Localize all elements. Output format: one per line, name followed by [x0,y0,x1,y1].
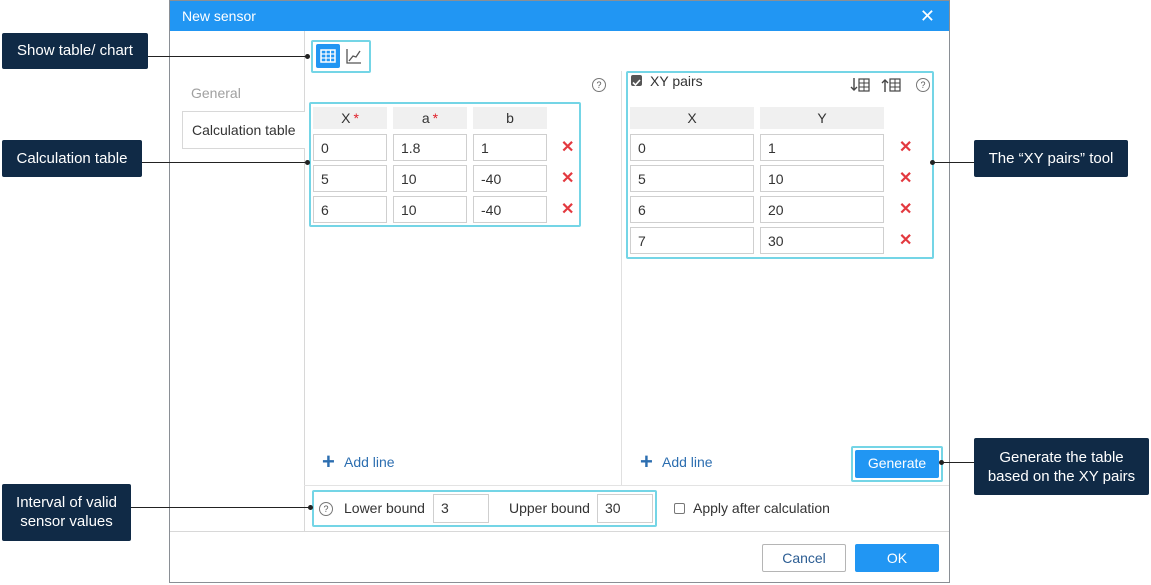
callout-generate-line1: Generate the table [999,449,1124,466]
plus-icon: + [322,449,335,474]
check-icon [632,79,641,87]
callout-dot [930,160,935,165]
dialog-titlebar: New sensor ✕ [170,1,949,31]
callout-connector [142,162,308,163]
delete-row-icon[interactable]: ✕ [899,171,912,187]
delete-row-icon[interactable]: ✕ [899,233,912,249]
generate-button[interactable]: Generate [855,450,939,478]
delete-row-icon[interactable]: ✕ [561,202,574,218]
cancel-button[interactable]: Cancel [762,544,846,572]
calc-cell-x[interactable]: 0 [313,134,387,161]
xy-header-y: Y [760,107,884,129]
close-icon[interactable]: ✕ [920,6,935,26]
import-icon[interactable] [850,76,870,94]
xy-pairs-label: XY pairs [650,73,703,89]
delete-row-icon[interactable]: ✕ [899,140,912,156]
lower-bound-input[interactable]: 3 [433,494,489,523]
xy-cell-x[interactable]: 5 [630,165,754,192]
calc-header-b: b [473,107,547,129]
callout-connector [943,462,974,463]
calc-header-x: X * [313,107,387,129]
apply-after-calculation-label: Apply after calculation [693,500,830,516]
delete-row-icon[interactable]: ✕ [561,140,574,156]
callout-interval-line2: sensor values [20,513,113,530]
calc-cell-a[interactable]: 10 [393,196,467,223]
calc-header-a: a * [393,107,467,129]
callout-xy-pairs-tool: The “XY pairs” tool [974,140,1128,177]
table-view-button[interactable] [316,44,340,68]
xy-pairs-checkbox[interactable] [631,75,642,87]
calc-cell-a[interactable]: 10 [393,165,467,192]
tab-general[interactable]: General [182,75,304,111]
upper-bound-input[interactable]: 30 [597,494,653,523]
xy-cell-y[interactable]: 20 [760,196,884,223]
table-icon [320,49,336,63]
help-icon[interactable]: ? [592,78,606,92]
delete-row-icon[interactable]: ✕ [561,171,574,187]
delete-row-icon[interactable]: ✕ [899,202,912,218]
panel-divider [621,71,622,485]
callout-generate: Generate the table based on the XY pairs [974,438,1149,495]
xy-header-x: X [630,107,754,129]
calc-cell-x[interactable]: 6 [313,196,387,223]
callout-show-table-chart: Show table/ chart [2,33,148,69]
help-icon[interactable]: ? [319,502,333,516]
help-icon[interactable]: ? [916,78,930,92]
xy-cell-x[interactable]: 0 [630,134,754,161]
export-icon[interactable] [881,76,901,94]
apply-after-calculation-checkbox[interactable] [674,503,685,514]
callout-connector [131,507,311,508]
dialog-title: New sensor [182,8,256,24]
callout-connector [934,162,974,163]
lower-bound-label: Lower bound [344,500,425,516]
callout-interval-line1: Interval of valid [16,494,117,511]
calc-cell-a[interactable]: 1.8 [393,134,467,161]
calculation-content: ? X * a * b 0 1.8 1 ✕ 5 10 -40 ✕ 6 10 -40 … [304,31,949,531]
chart-icon [346,49,361,64]
callout-dot [305,54,310,59]
callout-dot [305,160,310,165]
callout-generate-line2: based on the XY pairs [987,468,1136,485]
ok-button[interactable]: OK [855,544,939,572]
chart-view-button[interactable] [342,44,366,68]
tab-calculation-table[interactable]: Calculation table [182,111,305,149]
xy-cell-x[interactable]: 6 [630,196,754,223]
upper-bound-label: Upper bound [509,500,590,516]
xy-cell-x[interactable]: 7 [630,227,754,254]
calc-cell-b[interactable]: 1 [473,134,547,161]
xy-cell-y[interactable]: 10 [760,165,884,192]
calc-cell-b[interactable]: -40 [473,196,547,223]
callout-dot [308,505,313,510]
xy-cell-y[interactable]: 1 [760,134,884,161]
dialog-footer: Cancel OK [170,531,949,583]
bounds-divider [304,485,949,486]
calc-cell-x[interactable]: 5 [313,165,387,192]
callout-interval: Interval of valid sensor values [2,484,131,541]
calc-cell-b[interactable]: -40 [473,165,547,192]
plus-icon: + [640,449,653,474]
xy-cell-y[interactable]: 30 [760,227,884,254]
new-sensor-dialog: New sensor ✕ General Calculation table ? [169,0,950,583]
callout-dot [939,460,944,465]
dialog-sidebar: General Calculation table [170,31,305,531]
callout-calculation-table: Calculation table [2,140,142,177]
callout-connector [148,56,308,57]
